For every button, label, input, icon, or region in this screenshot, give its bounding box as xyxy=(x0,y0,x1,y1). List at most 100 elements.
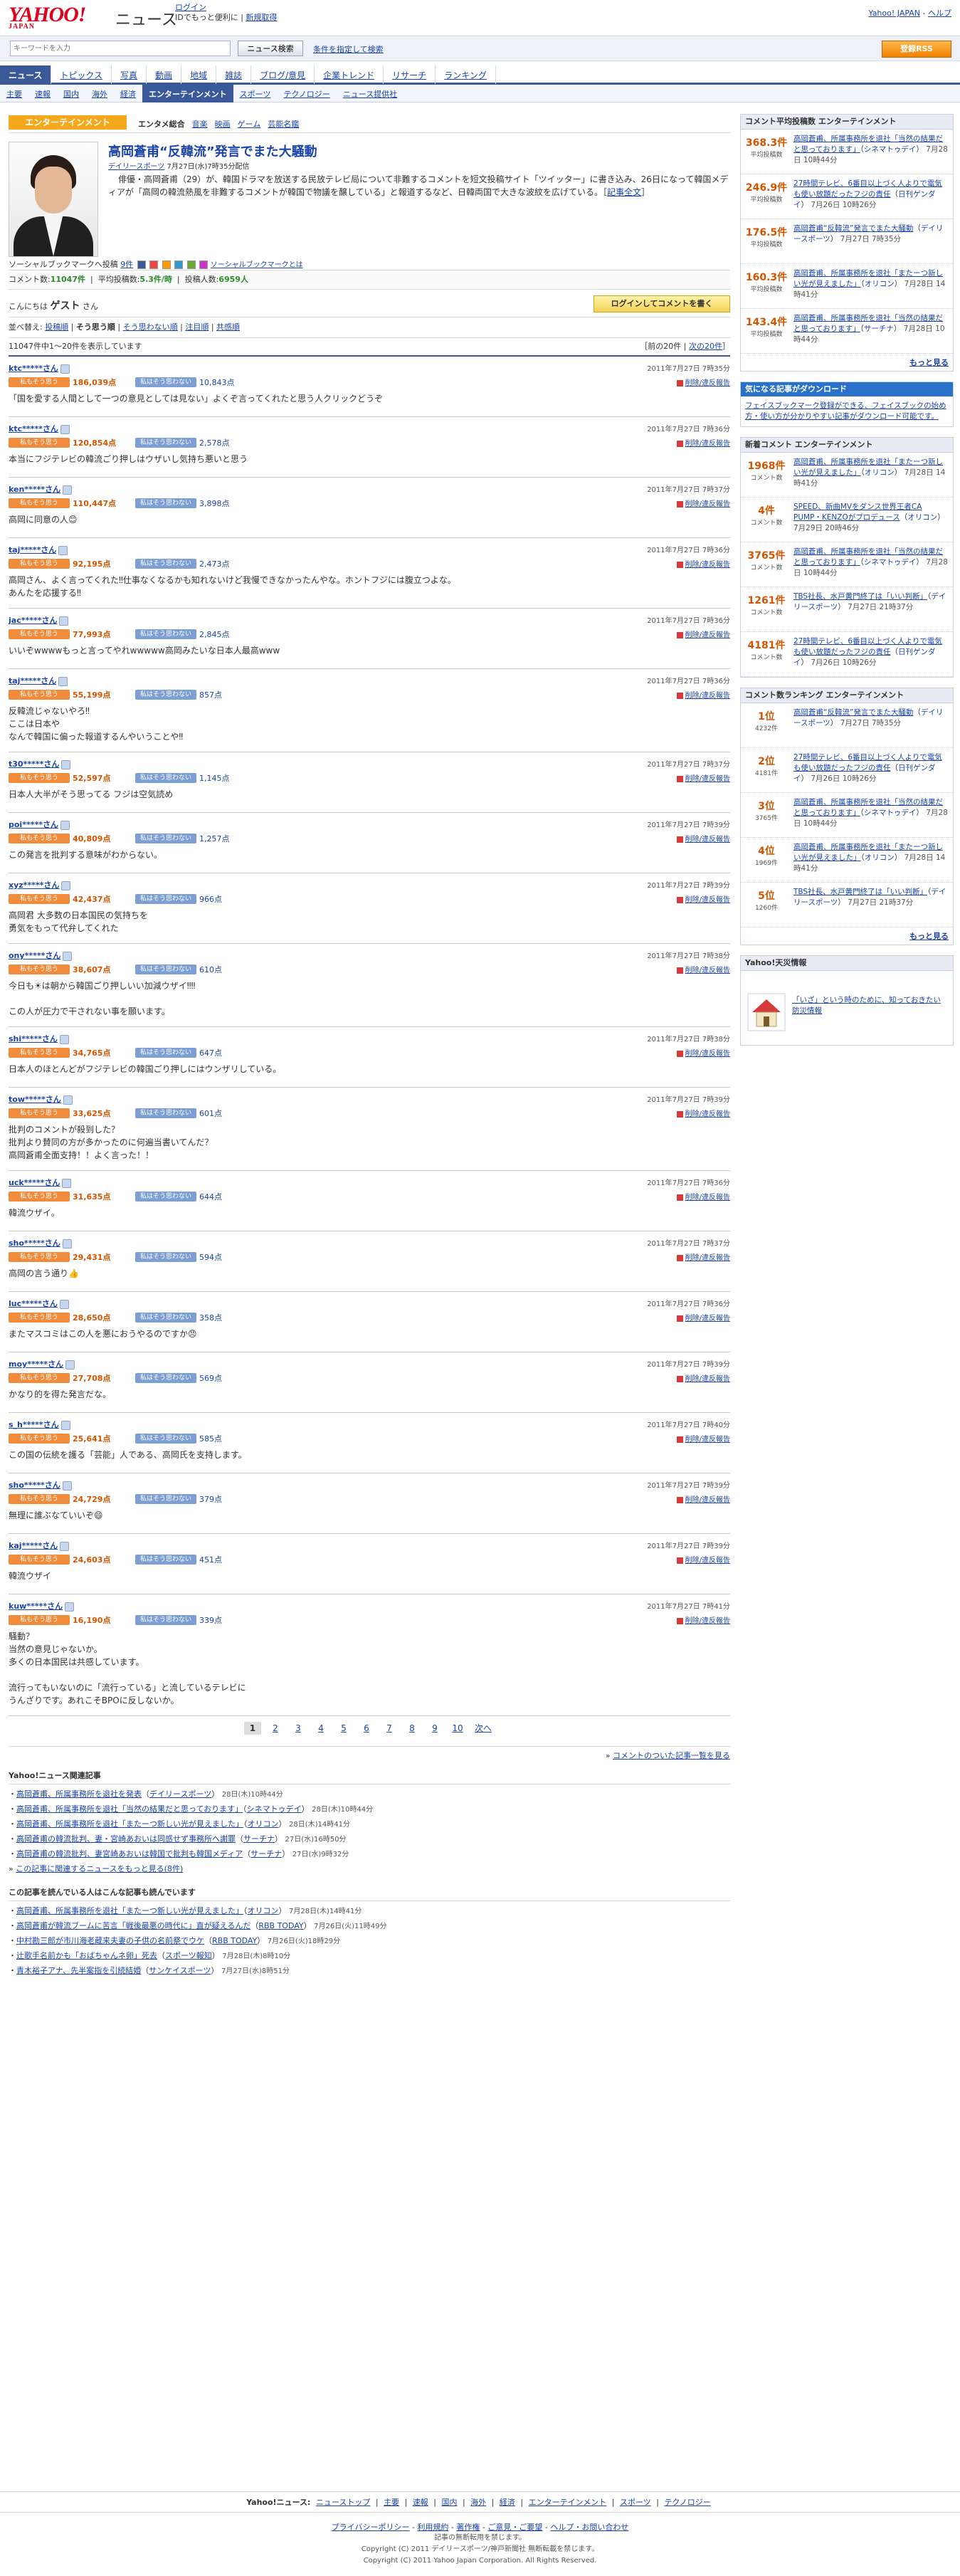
global-nav-item[interactable]: 動画 xyxy=(147,65,182,84)
sub-nav-item[interactable]: スポーツ xyxy=(233,85,278,102)
report-link[interactable]: 削除/違反報告 xyxy=(676,833,730,843)
agree-button[interactable]: 私もそう思う xyxy=(9,773,70,783)
footer-nav-item[interactable]: スポーツ xyxy=(620,2498,651,2507)
item-source[interactable]: サーチナ xyxy=(250,1849,282,1859)
disagree-button[interactable]: 私はそう思わない xyxy=(135,894,196,904)
rss-register-button[interactable]: 登録RSS xyxy=(882,41,951,58)
item-source[interactable]: スポーツ報知 xyxy=(165,1951,212,1960)
comment-user-name[interactable]: moy*****さん xyxy=(9,1360,63,1369)
social-count[interactable]: 9件 xyxy=(120,260,133,269)
disagree-button[interactable]: 私はそう思わない xyxy=(135,1434,196,1444)
advanced-search-link[interactable]: 条件を指定して検索 xyxy=(313,43,384,55)
ranking-title[interactable]: 高岡蒼甫“反韓流”発言でまた大騒動 xyxy=(793,708,913,717)
agree-button[interactable]: 私もそう思う xyxy=(9,1048,70,1058)
disagree-button[interactable]: 私はそう思わない xyxy=(135,1615,196,1625)
disagree-button[interactable]: 私はそう思わない xyxy=(135,1373,196,1383)
item-title[interactable]: 中村勘三郎が市川海老蔵来夫妻の子供の名前祭でウケ xyxy=(16,1936,204,1945)
register-link[interactable]: 新規取得 xyxy=(246,13,277,22)
sub-nav-item[interactable]: 速報 xyxy=(28,85,57,102)
sub-nav-item[interactable]: 国内 xyxy=(57,85,85,102)
agree-button[interactable]: 私もそう思う xyxy=(9,1615,70,1625)
disagree-button[interactable]: 私はそう思わない xyxy=(135,559,196,569)
footer-policy-link[interactable]: ご意見・ご要望 xyxy=(487,2523,542,2532)
disagree-button[interactable]: 私はそう思わない xyxy=(135,1108,196,1118)
report-link[interactable]: 削除/違反報告 xyxy=(676,1191,730,1202)
report-link[interactable]: 削除/違反報告 xyxy=(676,629,730,639)
ranking-source[interactable]: シネマトゥデイ xyxy=(864,145,917,154)
bookmark-icon[interactable] xyxy=(137,261,146,269)
global-nav-item[interactable]: リサーチ xyxy=(384,65,436,84)
ranking-source[interactable]: オリコン xyxy=(865,468,895,477)
comment-user-name[interactable]: t30*****さん xyxy=(9,759,59,769)
search-input[interactable] xyxy=(10,41,231,56)
item-source[interactable]: RBB TODAY xyxy=(212,1936,257,1945)
item-title[interactable]: 高岡蒼甫、所属事務所を退社を発表 xyxy=(16,1789,142,1799)
global-nav-item[interactable]: ニュース xyxy=(0,65,52,84)
disagree-button[interactable]: 私はそう思わない xyxy=(135,1555,196,1565)
item-title[interactable]: 辻歌手名前かも「おばちゃんネ卵」死去 xyxy=(16,1951,157,1960)
ranking-source[interactable]: サーチナ xyxy=(864,325,894,333)
global-nav-item[interactable]: 写真 xyxy=(112,65,147,84)
report-link[interactable]: 削除/違反報告 xyxy=(676,1312,730,1323)
category-tab[interactable]: エンタメ総合 xyxy=(138,120,185,129)
pager-link[interactable]: 6 xyxy=(358,1722,375,1735)
footer-nav-item[interactable]: エンターテインメント xyxy=(529,2498,607,2507)
article-title[interactable]: 高岡蒼甫“反韓流”発言でまた大騒動 xyxy=(108,142,317,160)
disagree-button[interactable]: 私はそう思わない xyxy=(135,1192,196,1202)
report-link[interactable]: 削除/違反報告 xyxy=(676,377,730,387)
item-source[interactable]: オリコン xyxy=(248,1819,279,1829)
full-article-link[interactable]: 記事全文 xyxy=(607,187,641,197)
ranking-source[interactable]: オリコン xyxy=(865,853,895,862)
sub-nav-item[interactable]: ニュース提供社 xyxy=(337,85,403,102)
global-nav-item[interactable]: ランキング xyxy=(436,65,496,84)
all-comments-link[interactable]: コメントのついた記事一覧を見る xyxy=(613,1751,730,1760)
report-link[interactable]: 削除/違反報告 xyxy=(676,964,730,974)
ranking-source[interactable]: シネマトゥデイ xyxy=(864,809,917,817)
item-title[interactable]: 高岡蒼甫が韓流ブームに苦言「戦後最悪の時代に」直が疑えるんだ xyxy=(16,1921,250,1930)
comment-user-name[interactable]: taj*****さん xyxy=(9,676,56,685)
ranking-source[interactable]: オリコン xyxy=(907,513,937,522)
footer-nav-item[interactable]: ニューストップ xyxy=(316,2498,370,2507)
item-source[interactable]: サーチナ xyxy=(243,1834,275,1844)
global-nav-item[interactable]: 企業トレンド xyxy=(315,65,384,84)
footer-nav-item[interactable]: テクノロジー xyxy=(664,2498,710,2507)
item-source[interactable]: オリコン xyxy=(248,1906,279,1915)
footer-nav-item[interactable]: 主要 xyxy=(384,2498,399,2507)
comment-user-name[interactable]: sho*****さん xyxy=(9,1239,60,1248)
agree-button[interactable]: 私もそう思う xyxy=(9,1108,70,1118)
report-link[interactable]: 削除/違反報告 xyxy=(676,772,730,783)
item-title[interactable]: 高岡蒼甫の韓流批判、妻宮崎あおいは韓国で批判も韓国メディア xyxy=(16,1849,243,1859)
pager-link[interactable]: 8 xyxy=(403,1722,421,1735)
comment-user-name[interactable]: poi*****さん xyxy=(9,820,58,829)
avg-ranking-more[interactable]: もっと見る xyxy=(909,358,949,367)
global-nav-item[interactable]: ブログ/意見 xyxy=(251,65,315,84)
ranking-title[interactable]: SPEED、新曲MVをダンス世界王者CA PUMP・KENZOがプロデュース xyxy=(793,503,922,522)
comment-user-name[interactable]: sho*****さん xyxy=(9,1481,60,1490)
comment-user-name[interactable]: tow*****さん xyxy=(9,1095,61,1104)
sort-option[interactable]: 投稿順 xyxy=(45,322,68,332)
agree-button[interactable]: 私もそう思う xyxy=(9,1192,70,1202)
comment-user-name[interactable]: uck*****さん xyxy=(9,1178,60,1187)
category-tab[interactable]: 音楽 xyxy=(192,120,208,129)
report-link[interactable]: 削除/違反報告 xyxy=(676,1554,730,1565)
comment-user-name[interactable]: luc*****さん xyxy=(9,1299,58,1308)
agree-button[interactable]: 私もそう思う xyxy=(9,1494,70,1504)
comment-user-name[interactable]: taj*****さん xyxy=(9,545,56,554)
agree-button[interactable]: 私もそう思う xyxy=(9,1555,70,1565)
report-link[interactable]: 削除/違反報告 xyxy=(676,1614,730,1625)
report-link[interactable]: 削除/違反報告 xyxy=(676,1433,730,1444)
comment-user-name[interactable]: ktc*****さん xyxy=(9,364,58,373)
footer-nav-item[interactable]: 経済 xyxy=(500,2498,515,2507)
global-nav-item[interactable]: 雑誌 xyxy=(216,65,252,84)
agree-button[interactable]: 私もそう思う xyxy=(9,1313,70,1323)
item-source[interactable]: RBB TODAY xyxy=(258,1921,303,1930)
bookmark-icon[interactable] xyxy=(199,261,209,269)
agree-button[interactable]: 私もそう思う xyxy=(9,1373,70,1383)
item-title[interactable]: 高岡蒼甫、所属事務所を退社「またーつ新しい光が見えました」 xyxy=(16,1819,243,1829)
item-title[interactable]: 高岡蒼甫、所属事務所を退社「またーつ新しい光が見えました」 xyxy=(16,1906,243,1915)
footer-nav-item[interactable]: 海外 xyxy=(470,2498,486,2507)
agree-button[interactable]: 私もそう思う xyxy=(9,1252,70,1262)
sort-option[interactable]: そう思わない順 xyxy=(123,322,178,332)
report-link[interactable]: 削除/違反報告 xyxy=(676,558,730,569)
pager-link[interactable]: 4 xyxy=(312,1722,329,1735)
